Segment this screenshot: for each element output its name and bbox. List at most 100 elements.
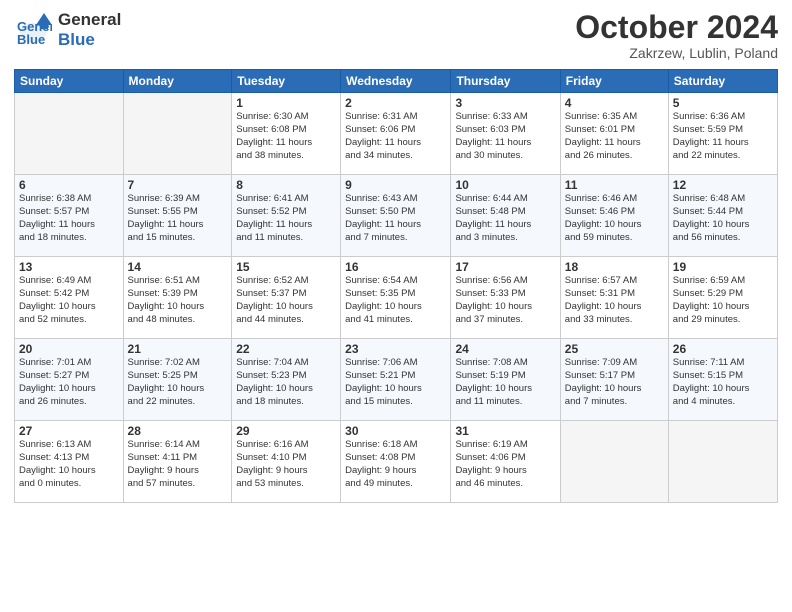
day-number: 10 bbox=[455, 178, 555, 192]
day-number: 11 bbox=[565, 178, 664, 192]
day-number: 17 bbox=[455, 260, 555, 274]
calendar-cell: 29Sunrise: 6:16 AM Sunset: 4:10 PM Dayli… bbox=[232, 421, 341, 503]
day-number: 2 bbox=[345, 96, 446, 110]
calendar-cell: 1Sunrise: 6:30 AM Sunset: 6:08 PM Daylig… bbox=[232, 93, 341, 175]
day-number: 23 bbox=[345, 342, 446, 356]
day-info: Sunrise: 6:19 AM Sunset: 4:06 PM Dayligh… bbox=[455, 439, 555, 490]
day-info: Sunrise: 6:52 AM Sunset: 5:37 PM Dayligh… bbox=[236, 275, 336, 326]
day-number: 22 bbox=[236, 342, 336, 356]
day-number: 30 bbox=[345, 424, 446, 438]
calendar-cell: 27Sunrise: 6:13 AM Sunset: 4:13 PM Dayli… bbox=[15, 421, 124, 503]
calendar-body: 1Sunrise: 6:30 AM Sunset: 6:08 PM Daylig… bbox=[15, 93, 778, 503]
day-info: Sunrise: 6:41 AM Sunset: 5:52 PM Dayligh… bbox=[236, 193, 336, 244]
calendar-cell: 17Sunrise: 6:56 AM Sunset: 5:33 PM Dayli… bbox=[451, 257, 560, 339]
day-info: Sunrise: 7:06 AM Sunset: 5:21 PM Dayligh… bbox=[345, 357, 446, 408]
day-number: 24 bbox=[455, 342, 555, 356]
calendar-cell: 21Sunrise: 7:02 AM Sunset: 5:25 PM Dayli… bbox=[123, 339, 232, 421]
calendar-cell: 2Sunrise: 6:31 AM Sunset: 6:06 PM Daylig… bbox=[341, 93, 451, 175]
th-thursday: Thursday bbox=[451, 70, 560, 93]
day-number: 19 bbox=[673, 260, 773, 274]
calendar-cell: 12Sunrise: 6:48 AM Sunset: 5:44 PM Dayli… bbox=[668, 175, 777, 257]
calendar-cell: 19Sunrise: 6:59 AM Sunset: 5:29 PM Dayli… bbox=[668, 257, 777, 339]
week-row-5: 27Sunrise: 6:13 AM Sunset: 4:13 PM Dayli… bbox=[15, 421, 778, 503]
th-tuesday: Tuesday bbox=[232, 70, 341, 93]
calendar-cell bbox=[15, 93, 124, 175]
week-row-2: 6Sunrise: 6:38 AM Sunset: 5:57 PM Daylig… bbox=[15, 175, 778, 257]
title-block: October 2024 Zakrzew, Lublin, Poland bbox=[575, 10, 778, 61]
calendar-cell: 4Sunrise: 6:35 AM Sunset: 6:01 PM Daylig… bbox=[560, 93, 668, 175]
day-info: Sunrise: 7:04 AM Sunset: 5:23 PM Dayligh… bbox=[236, 357, 336, 408]
calendar-header: Sunday Monday Tuesday Wednesday Thursday… bbox=[15, 70, 778, 93]
week-row-1: 1Sunrise: 6:30 AM Sunset: 6:08 PM Daylig… bbox=[15, 93, 778, 175]
calendar-cell bbox=[668, 421, 777, 503]
day-number: 15 bbox=[236, 260, 336, 274]
calendar-cell: 22Sunrise: 7:04 AM Sunset: 5:23 PM Dayli… bbox=[232, 339, 341, 421]
calendar-cell: 24Sunrise: 7:08 AM Sunset: 5:19 PM Dayli… bbox=[451, 339, 560, 421]
day-number: 29 bbox=[236, 424, 336, 438]
calendar-cell: 30Sunrise: 6:18 AM Sunset: 4:08 PM Dayli… bbox=[341, 421, 451, 503]
day-number: 13 bbox=[19, 260, 119, 274]
calendar-cell: 31Sunrise: 6:19 AM Sunset: 4:06 PM Dayli… bbox=[451, 421, 560, 503]
day-number: 27 bbox=[19, 424, 119, 438]
calendar-cell: 16Sunrise: 6:54 AM Sunset: 5:35 PM Dayli… bbox=[341, 257, 451, 339]
day-number: 18 bbox=[565, 260, 664, 274]
page: General Blue General Blue October 2024 Z… bbox=[0, 0, 792, 612]
day-number: 25 bbox=[565, 342, 664, 356]
day-info: Sunrise: 7:02 AM Sunset: 5:25 PM Dayligh… bbox=[128, 357, 228, 408]
day-info: Sunrise: 6:43 AM Sunset: 5:50 PM Dayligh… bbox=[345, 193, 446, 244]
day-number: 9 bbox=[345, 178, 446, 192]
day-info: Sunrise: 6:13 AM Sunset: 4:13 PM Dayligh… bbox=[19, 439, 119, 490]
th-monday: Monday bbox=[123, 70, 232, 93]
calendar-cell: 8Sunrise: 6:41 AM Sunset: 5:52 PM Daylig… bbox=[232, 175, 341, 257]
day-number: 8 bbox=[236, 178, 336, 192]
day-info: Sunrise: 6:31 AM Sunset: 6:06 PM Dayligh… bbox=[345, 111, 446, 162]
month-title: October 2024 bbox=[575, 10, 778, 45]
day-info: Sunrise: 6:30 AM Sunset: 6:08 PM Dayligh… bbox=[236, 111, 336, 162]
day-number: 7 bbox=[128, 178, 228, 192]
calendar-cell: 23Sunrise: 7:06 AM Sunset: 5:21 PM Dayli… bbox=[341, 339, 451, 421]
day-info: Sunrise: 6:44 AM Sunset: 5:48 PM Dayligh… bbox=[455, 193, 555, 244]
logo-blue: Blue bbox=[58, 30, 121, 50]
day-info: Sunrise: 6:38 AM Sunset: 5:57 PM Dayligh… bbox=[19, 193, 119, 244]
week-row-3: 13Sunrise: 6:49 AM Sunset: 5:42 PM Dayli… bbox=[15, 257, 778, 339]
day-info: Sunrise: 6:49 AM Sunset: 5:42 PM Dayligh… bbox=[19, 275, 119, 326]
day-info: Sunrise: 6:14 AM Sunset: 4:11 PM Dayligh… bbox=[128, 439, 228, 490]
logo: General Blue General Blue bbox=[14, 10, 121, 49]
day-number: 6 bbox=[19, 178, 119, 192]
day-info: Sunrise: 6:54 AM Sunset: 5:35 PM Dayligh… bbox=[345, 275, 446, 326]
day-info: Sunrise: 6:36 AM Sunset: 5:59 PM Dayligh… bbox=[673, 111, 773, 162]
calendar-cell: 15Sunrise: 6:52 AM Sunset: 5:37 PM Dayli… bbox=[232, 257, 341, 339]
th-saturday: Saturday bbox=[668, 70, 777, 93]
day-info: Sunrise: 6:33 AM Sunset: 6:03 PM Dayligh… bbox=[455, 111, 555, 162]
th-friday: Friday bbox=[560, 70, 668, 93]
th-wednesday: Wednesday bbox=[341, 70, 451, 93]
calendar-cell: 26Sunrise: 7:11 AM Sunset: 5:15 PM Dayli… bbox=[668, 339, 777, 421]
calendar-cell: 25Sunrise: 7:09 AM Sunset: 5:17 PM Dayli… bbox=[560, 339, 668, 421]
day-number: 5 bbox=[673, 96, 773, 110]
logo-icon: General Blue bbox=[14, 11, 52, 49]
calendar-cell: 13Sunrise: 6:49 AM Sunset: 5:42 PM Dayli… bbox=[15, 257, 124, 339]
day-info: Sunrise: 6:48 AM Sunset: 5:44 PM Dayligh… bbox=[673, 193, 773, 244]
th-sunday: Sunday bbox=[15, 70, 124, 93]
svg-text:Blue: Blue bbox=[17, 32, 45, 47]
logo-general: General bbox=[58, 10, 121, 30]
day-info: Sunrise: 7:01 AM Sunset: 5:27 PM Dayligh… bbox=[19, 357, 119, 408]
day-number: 20 bbox=[19, 342, 119, 356]
day-info: Sunrise: 7:09 AM Sunset: 5:17 PM Dayligh… bbox=[565, 357, 664, 408]
day-number: 3 bbox=[455, 96, 555, 110]
day-number: 12 bbox=[673, 178, 773, 192]
calendar-cell: 7Sunrise: 6:39 AM Sunset: 5:55 PM Daylig… bbox=[123, 175, 232, 257]
calendar-cell: 20Sunrise: 7:01 AM Sunset: 5:27 PM Dayli… bbox=[15, 339, 124, 421]
calendar-cell bbox=[123, 93, 232, 175]
calendar-cell: 14Sunrise: 6:51 AM Sunset: 5:39 PM Dayli… bbox=[123, 257, 232, 339]
day-number: 31 bbox=[455, 424, 555, 438]
day-number: 4 bbox=[565, 96, 664, 110]
header: General Blue General Blue October 2024 Z… bbox=[14, 10, 778, 61]
calendar-cell: 3Sunrise: 6:33 AM Sunset: 6:03 PM Daylig… bbox=[451, 93, 560, 175]
calendar-cell: 5Sunrise: 6:36 AM Sunset: 5:59 PM Daylig… bbox=[668, 93, 777, 175]
day-info: Sunrise: 6:46 AM Sunset: 5:46 PM Dayligh… bbox=[565, 193, 664, 244]
calendar-cell: 10Sunrise: 6:44 AM Sunset: 5:48 PM Dayli… bbox=[451, 175, 560, 257]
day-number: 26 bbox=[673, 342, 773, 356]
calendar-cell: 18Sunrise: 6:57 AM Sunset: 5:31 PM Dayli… bbox=[560, 257, 668, 339]
weekday-header-row: Sunday Monday Tuesday Wednesday Thursday… bbox=[15, 70, 778, 93]
